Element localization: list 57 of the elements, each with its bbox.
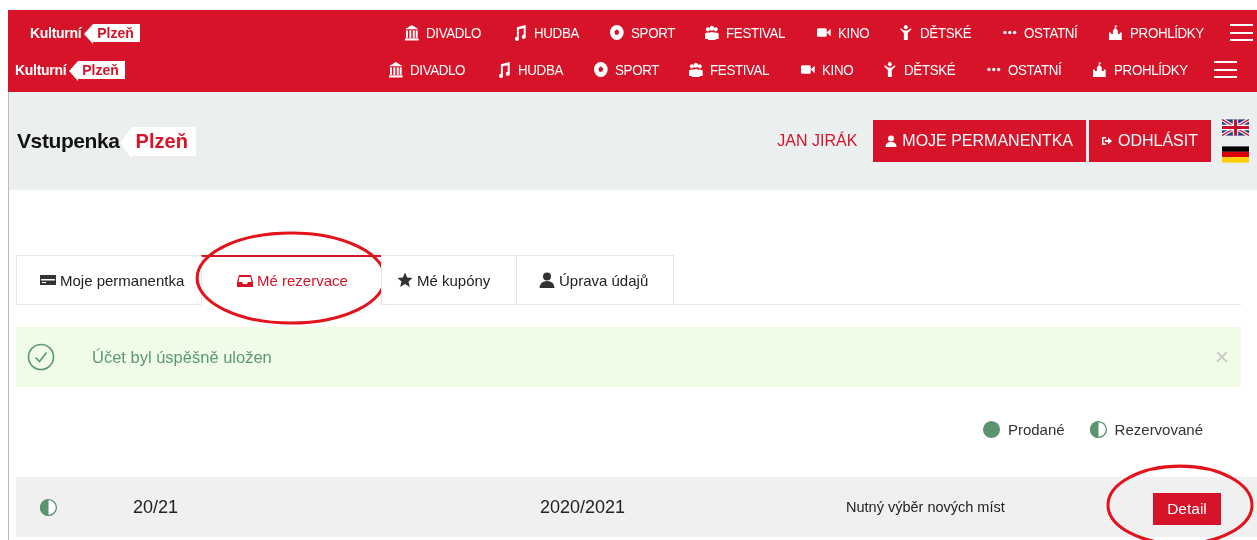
star-icon xyxy=(397,272,413,288)
uk-flag-icon[interactable] xyxy=(1222,119,1249,136)
ball-icon xyxy=(608,24,625,41)
check-circle-icon xyxy=(27,343,55,371)
legend-label: Rezervované xyxy=(1114,420,1203,438)
nav-link[interactable]: FESTIVAL xyxy=(704,24,786,41)
building-icon xyxy=(403,24,420,41)
user-name-link[interactable]: JAN JIRÁK xyxy=(777,132,858,150)
nav-link[interactable]: SPORT xyxy=(592,61,659,78)
nav-link[interactable]: PROHLÍDKY xyxy=(1091,61,1188,78)
nav-link[interactable]: PROHLÍDKY xyxy=(1107,24,1204,41)
inbox-icon xyxy=(237,272,253,289)
tab[interactable]: Mé rezervace xyxy=(201,255,381,305)
sign-out-icon xyxy=(1101,135,1113,147)
child-icon xyxy=(898,24,914,41)
alert-message: Účet byl úspěšně uložen xyxy=(92,347,272,367)
nav-link[interactable]: FESTIVAL xyxy=(688,61,770,78)
season-code: 20/21 xyxy=(133,496,179,518)
nav-link[interactable]: KINO xyxy=(800,61,854,78)
site-logo[interactable]: Kulturní Plzeň xyxy=(30,23,140,42)
nav-link[interactable]: DIVADLO xyxy=(403,24,482,41)
castle-icon xyxy=(1107,24,1124,41)
ball-icon xyxy=(592,61,609,78)
status-note: Nutný výběr nových míst xyxy=(846,499,1005,515)
menu-icon[interactable] xyxy=(1230,24,1253,41)
filled-circle-icon xyxy=(981,419,1001,439)
tab[interactable]: Úprava údajů xyxy=(516,255,674,305)
child-icon xyxy=(882,61,898,78)
people-icon xyxy=(704,24,720,41)
site-logo[interactable]: Kulturní Plzeň xyxy=(15,60,125,79)
building-icon xyxy=(387,61,404,78)
tab[interactable]: Mé kupóny xyxy=(381,255,516,305)
user-icon xyxy=(539,272,555,288)
german-flag-icon[interactable] xyxy=(1222,146,1249,163)
legend-label: Prodané xyxy=(1007,420,1065,438)
people-icon xyxy=(688,61,704,78)
nav-link[interactable]: HUDBA xyxy=(511,24,579,41)
nav-link[interactable]: OSTATNÍ xyxy=(985,61,1062,78)
logout-button[interactable]: ODHLÁSIT xyxy=(1089,120,1211,162)
season-name: 2020/2021 xyxy=(540,496,626,518)
nav-link[interactable]: DĚTSKÉ xyxy=(882,61,956,78)
tab[interactable]: Moje permanentka xyxy=(16,255,201,305)
nav-link[interactable]: KINO xyxy=(816,24,870,41)
card-icon xyxy=(40,272,56,288)
nav-link[interactable]: DĚTSKÉ xyxy=(898,24,972,41)
half-circle-icon xyxy=(39,497,58,517)
season-ticket-button[interactable]: MOJE PERMANENTKA xyxy=(873,120,1086,162)
nav-link[interactable]: DIVADLO xyxy=(387,61,466,78)
nav-link[interactable]: OSTATNÍ xyxy=(1001,24,1078,41)
castle-icon xyxy=(1091,61,1108,78)
site-logo[interactable]: Vstupenka Plzeň xyxy=(17,126,196,156)
user-icon xyxy=(885,135,898,147)
menu-icon[interactable] xyxy=(1214,61,1237,78)
detail-button[interactable]: Detail xyxy=(1153,493,1221,525)
nav-link[interactable]: SPORT xyxy=(608,24,675,41)
half-circle-icon xyxy=(1088,419,1108,439)
nav-link[interactable]: HUDBA xyxy=(495,61,563,78)
